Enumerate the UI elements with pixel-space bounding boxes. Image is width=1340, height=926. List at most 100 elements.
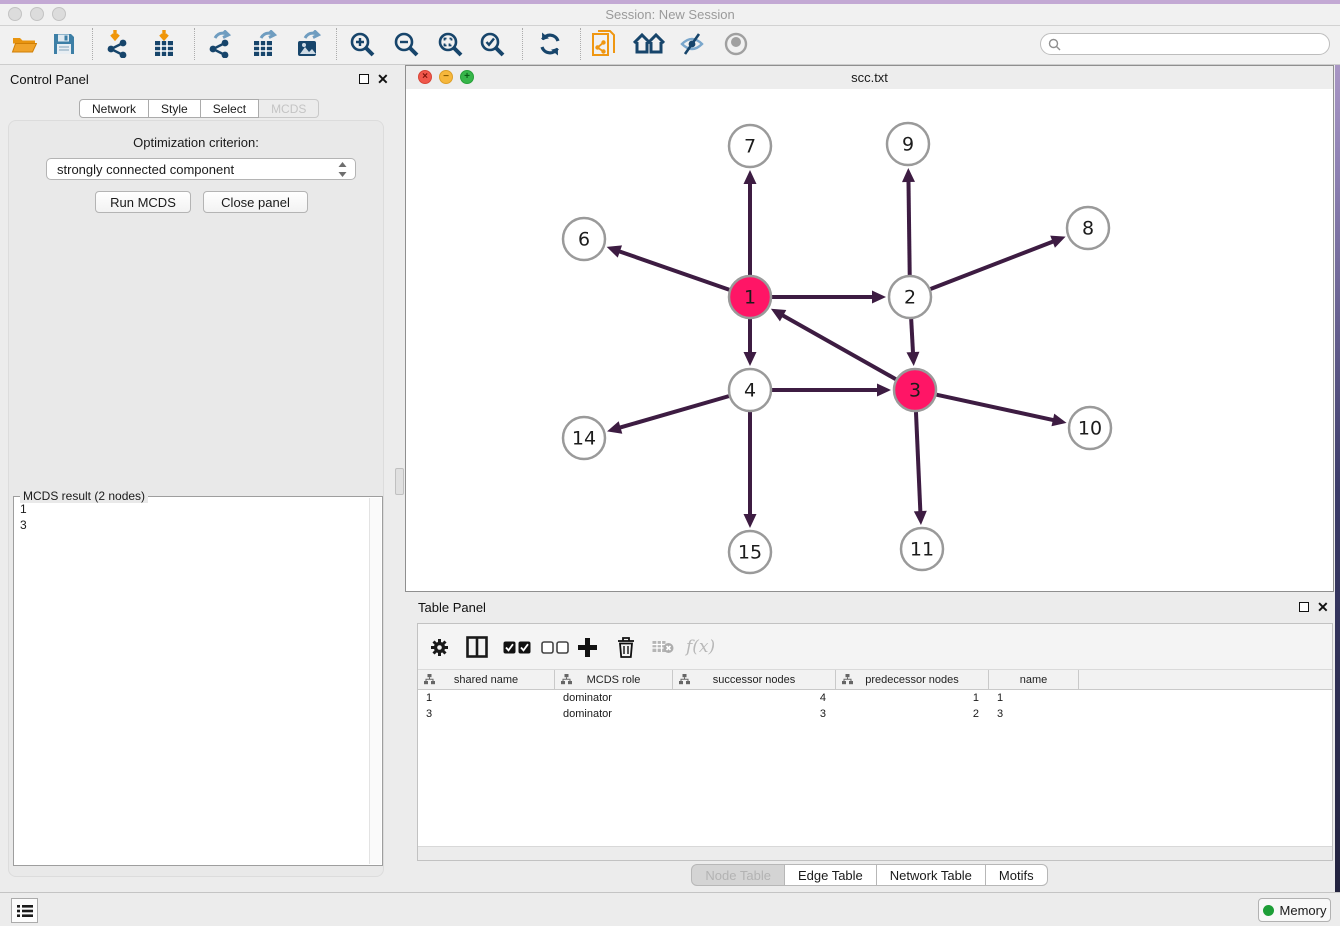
result-scrollbar[interactable] [369, 498, 381, 864]
tab-motifs[interactable]: Motifs [986, 864, 1048, 886]
control-panel-float-icon[interactable] [359, 74, 369, 84]
mcds-panel: Optimization criterion: strongly connect… [8, 120, 384, 877]
zoom-selected-icon[interactable] [478, 29, 506, 59]
close-panel-button[interactable]: Close panel [203, 191, 308, 213]
column-type-icon [842, 674, 853, 685]
refresh-layout-icon[interactable] [536, 29, 564, 59]
application-window: Session: New Session [0, 0, 1340, 926]
search-input[interactable] [1065, 36, 1329, 52]
desktop-edge-right [1335, 4, 1340, 892]
task-history-button[interactable] [11, 898, 38, 923]
graph-edge[interactable] [908, 181, 909, 275]
toolbar-separator [336, 28, 337, 60]
table-panel-float-icon[interactable] [1299, 602, 1309, 612]
graph-edge-arrowhead [877, 384, 891, 397]
graph-node-label: 9 [902, 134, 914, 156]
tab-select[interactable]: Select [201, 99, 259, 118]
table-horizontal-scrollbar[interactable] [418, 846, 1332, 860]
run-mcds-button[interactable]: Run MCDS [95, 191, 191, 213]
table-row[interactable]: 1 dominator 4 1 1 [418, 691, 1332, 707]
tab-node-table[interactable]: Node Table [691, 864, 785, 886]
export-table-icon[interactable] [250, 29, 278, 59]
search-icon [1048, 38, 1061, 51]
column-header-successor-nodes[interactable]: successor nodes [673, 670, 836, 689]
table-settings-icon[interactable] [430, 635, 449, 659]
graph-node-label: 11 [910, 539, 934, 561]
graph-edge[interactable] [911, 319, 913, 353]
graph-edge[interactable] [931, 241, 1054, 289]
cell-mcds-role[interactable]: dominator [555, 707, 673, 723]
graph-node-label: 1 [744, 287, 756, 309]
tab-style[interactable]: Style [149, 99, 201, 118]
memory-button[interactable]: Memory [1258, 898, 1331, 922]
save-session-icon[interactable] [50, 29, 78, 59]
column-header-mcds-role[interactable]: MCDS role [555, 670, 673, 689]
vertical-splitter-handle[interactable] [395, 468, 404, 495]
graph-edge-arrowhead [607, 245, 622, 257]
table-row[interactable]: 3 dominator 3 2 3 [418, 707, 1332, 723]
cell-successor-nodes[interactable]: 3 [673, 707, 836, 723]
delete-table-icon [652, 635, 674, 659]
deselect-all-columns-icon[interactable] [541, 635, 569, 659]
tab-network-table[interactable]: Network Table [877, 864, 986, 886]
optimization-criterion-dropdown[interactable]: strongly connected component [46, 158, 356, 180]
cell-name[interactable]: 3 [989, 707, 1079, 723]
cell-successor-nodes[interactable]: 4 [673, 691, 836, 707]
dropdown-value: strongly connected component [57, 162, 234, 177]
graph-node-label: 4 [744, 380, 756, 402]
create-column-icon[interactable] [578, 635, 597, 659]
graph-edge[interactable] [936, 395, 1053, 420]
search-field[interactable] [1040, 33, 1330, 55]
select-all-columns-icon[interactable] [503, 635, 531, 659]
cell-shared-name[interactable]: 1 [418, 691, 555, 707]
tab-mcds[interactable]: MCDS [259, 99, 319, 118]
column-layout-icon[interactable] [466, 635, 488, 659]
mcds-result-lines: 1 3 [20, 501, 27, 533]
cell-predecessor-nodes[interactable]: 2 [836, 707, 989, 723]
mcds-result-box[interactable]: MCDS result (2 nodes) 1 3 [13, 496, 383, 866]
main-toolbar [0, 26, 1340, 65]
column-header-name[interactable]: name [989, 670, 1079, 689]
cell-mcds-role[interactable]: dominator [555, 691, 673, 707]
network-window-titlebar: × − + scc.txt [406, 66, 1333, 90]
export-image-icon[interactable] [294, 29, 322, 59]
status-bar: Memory [0, 892, 1340, 926]
column-header-predecessor-nodes[interactable]: predecessor nodes [836, 670, 989, 689]
node-table-container: f(x) shared name MCDS role successor nod… [417, 623, 1333, 861]
hide-visibility-icon[interactable] [678, 29, 706, 59]
cell-predecessor-nodes[interactable]: 1 [836, 691, 989, 707]
graph-edge-arrowhead [914, 511, 927, 525]
graph-edge[interactable] [782, 315, 896, 379]
column-header-shared-name[interactable]: shared name [418, 670, 555, 689]
import-network-icon[interactable] [104, 29, 132, 59]
zoom-fit-icon[interactable] [436, 29, 464, 59]
home-icon[interactable] [632, 29, 666, 59]
graph-node-label: 6 [578, 229, 590, 251]
control-panel: Control Panel ✕ Network Style Select MCD… [0, 65, 392, 888]
import-table-icon[interactable] [150, 29, 178, 59]
control-panel-close-icon[interactable]: ✕ [377, 73, 389, 85]
table-panel-close-icon[interactable]: ✕ [1317, 601, 1329, 613]
show-visibility-icon[interactable] [722, 29, 750, 59]
tab-edge-table[interactable]: Edge Table [785, 864, 877, 886]
graph-edge-arrowhead [872, 291, 886, 304]
optimization-criterion-label: Optimization criterion: [9, 135, 383, 150]
graph-edge[interactable] [619, 251, 729, 290]
delete-column-icon[interactable] [617, 635, 635, 659]
cell-shared-name[interactable]: 3 [418, 707, 555, 723]
network-canvas[interactable]: 7968124314101511 [406, 89, 1333, 591]
graph-edge-arrowhead [902, 168, 915, 182]
graph-edge-arrowhead [1051, 414, 1066, 427]
new-network-from-selection-icon[interactable] [590, 29, 618, 59]
table-tabs: Node Table Edge Table Network Table Moti… [405, 864, 1334, 886]
graph-edge-arrowhead [607, 421, 622, 433]
export-network-icon[interactable] [206, 29, 234, 59]
graph-edge[interactable] [620, 396, 729, 428]
zoom-in-icon[interactable] [348, 29, 376, 59]
toolbar-separator [580, 28, 581, 60]
graph-edge[interactable] [916, 412, 920, 512]
zoom-out-icon[interactable] [392, 29, 420, 59]
tab-network[interactable]: Network [79, 99, 149, 118]
open-session-icon[interactable] [10, 29, 38, 59]
cell-name[interactable]: 1 [989, 691, 1079, 707]
